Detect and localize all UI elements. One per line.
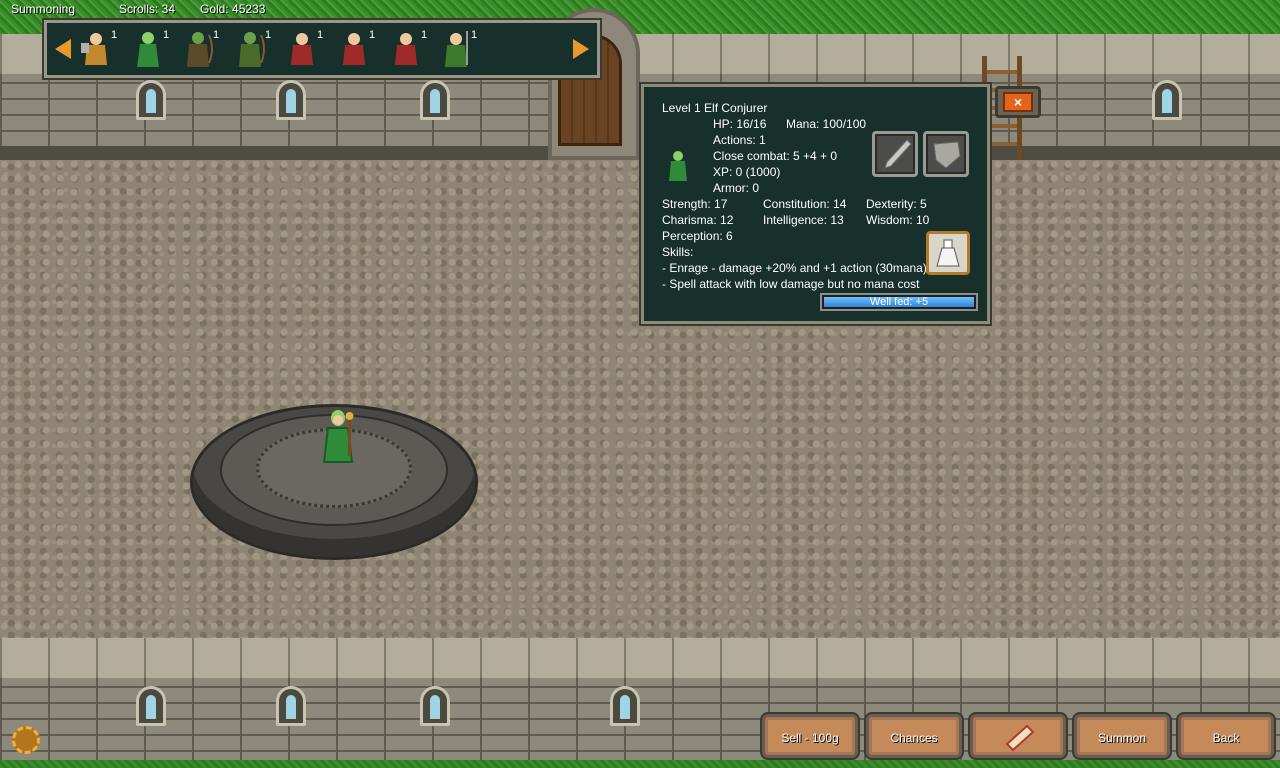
item-slot[interactable] [926, 231, 970, 275]
sword-icon [884, 139, 912, 169]
roster-slot-orc-archer[interactable]: 1 [233, 29, 277, 73]
well-fed-label: Well fed: +5 [869, 296, 929, 308]
orc-archer-icon [239, 32, 265, 67]
roster-slot-elf-conjurer[interactable]: 1 [131, 29, 175, 73]
scrolls-count: Scrolls: 34 [119, 2, 176, 16]
skills-label: Skills: [662, 245, 694, 259]
roster-slot-dwarf-miner[interactable]: 1 [337, 29, 381, 73]
stat-charisma: Charisma: 12 [662, 213, 734, 227]
window-icon [420, 686, 450, 726]
potion-icon [936, 239, 960, 267]
unit-count: 1 [111, 29, 118, 41]
unit-count: 1 [317, 29, 324, 41]
weapon-slot[interactable] [872, 131, 918, 177]
stat-strength: Strength: 17 [662, 197, 728, 211]
dwarf-warrior-icon [81, 33, 107, 65]
unit-count: 1 [213, 29, 220, 41]
window-icon [1152, 80, 1182, 120]
summon-button[interactable]: Summon [1074, 714, 1170, 758]
gold-count: Gold: 45233 [200, 2, 266, 16]
unit-hp: HP: 16/16 [713, 117, 767, 131]
elf-conjurer-sprite[interactable] [318, 408, 358, 466]
unit-count: 1 [265, 29, 272, 41]
stat-intelligence: Intelligence: 13 [763, 213, 844, 227]
roster-slot-dwarf-miner[interactable]: 1 [389, 29, 433, 73]
scroll-icon [1005, 724, 1035, 752]
unit-info-panel: Level 1 Elf Conjurer HP: 16/16 Mana: 100… [641, 84, 990, 324]
elf-conjurer-portrait-icon [669, 151, 687, 181]
scroll-button[interactable] [970, 714, 1066, 758]
well-fed-bar: Well fed: +5 [820, 293, 978, 311]
window-icon [136, 686, 166, 726]
stat-dexterity: Dexterity: 5 [866, 197, 927, 211]
arrow-left-icon[interactable] [55, 39, 71, 59]
skill-enrage: - Enrage - damage +20% and +1 action (30… [662, 261, 927, 275]
shield-icon [933, 141, 961, 169]
mode-label: Summoning [11, 2, 76, 16]
roster-slot-dwarf-warrior[interactable]: 1 [79, 29, 123, 73]
elf-spearman-icon [445, 31, 468, 67]
window-icon [276, 686, 306, 726]
window-icon [136, 80, 166, 120]
sell-button[interactable]: Sell - 100g [762, 714, 858, 758]
window-icon [610, 686, 640, 726]
summon-button-label: Summon [1097, 731, 1147, 745]
back-button-label: Back [1212, 731, 1240, 745]
cobblestone-floor [0, 160, 1280, 638]
unit-count: 1 [163, 29, 170, 41]
chances-button[interactable]: Chances [866, 714, 962, 758]
unit-count: 1 [369, 29, 376, 41]
roster-slot-orc-archer[interactable]: 1 [181, 29, 225, 73]
close-panel-button[interactable]: × [995, 86, 1041, 118]
unit-roster-bar: 1 1 1 1 1 1 1 1 [44, 20, 600, 78]
chances-button-label: Chances [890, 731, 938, 745]
unit-count: 1 [421, 29, 428, 41]
roster-slot-dwarf-miner[interactable]: 1 [285, 29, 329, 73]
gear-icon[interactable] [12, 726, 40, 754]
armor-slot[interactable] [923, 131, 969, 177]
close-icon: × [1003, 92, 1033, 112]
arrow-right-icon[interactable] [573, 39, 589, 59]
grass-border-bottom [0, 760, 1280, 768]
skill-spell-attack: - Spell attack with low damage but no ma… [662, 277, 920, 291]
dwarf-miner-icon [343, 33, 365, 65]
unit-armor: Armor: 0 [713, 181, 760, 195]
sell-button-label: Sell - 100g [781, 731, 839, 745]
unit-close-combat: Close combat: 5 +4 + 0 [713, 149, 838, 163]
orc-archer-icon [187, 32, 213, 67]
stat-wisdom: Wisdom: 10 [866, 213, 930, 227]
unit-xp: XP: 0 (1000) [713, 165, 781, 179]
elf-conjurer-icon [137, 32, 159, 67]
window-icon [420, 80, 450, 120]
dwarf-miner-icon [291, 33, 313, 65]
unit-mana: Mana: 100/100 [786, 117, 867, 131]
back-button[interactable]: Back [1178, 714, 1274, 758]
window-icon [276, 80, 306, 120]
unit-actions: Actions: 1 [713, 133, 766, 147]
stat-perception: Perception: 6 [662, 229, 733, 243]
roster-slot-elf-spearman[interactable]: 1 [439, 29, 483, 73]
dwarf-miner-icon [395, 33, 417, 65]
stat-constitution: Constitution: 14 [763, 197, 847, 211]
unit-count: 1 [471, 29, 478, 41]
unit-title: Level 1 Elf Conjurer [662, 101, 768, 115]
